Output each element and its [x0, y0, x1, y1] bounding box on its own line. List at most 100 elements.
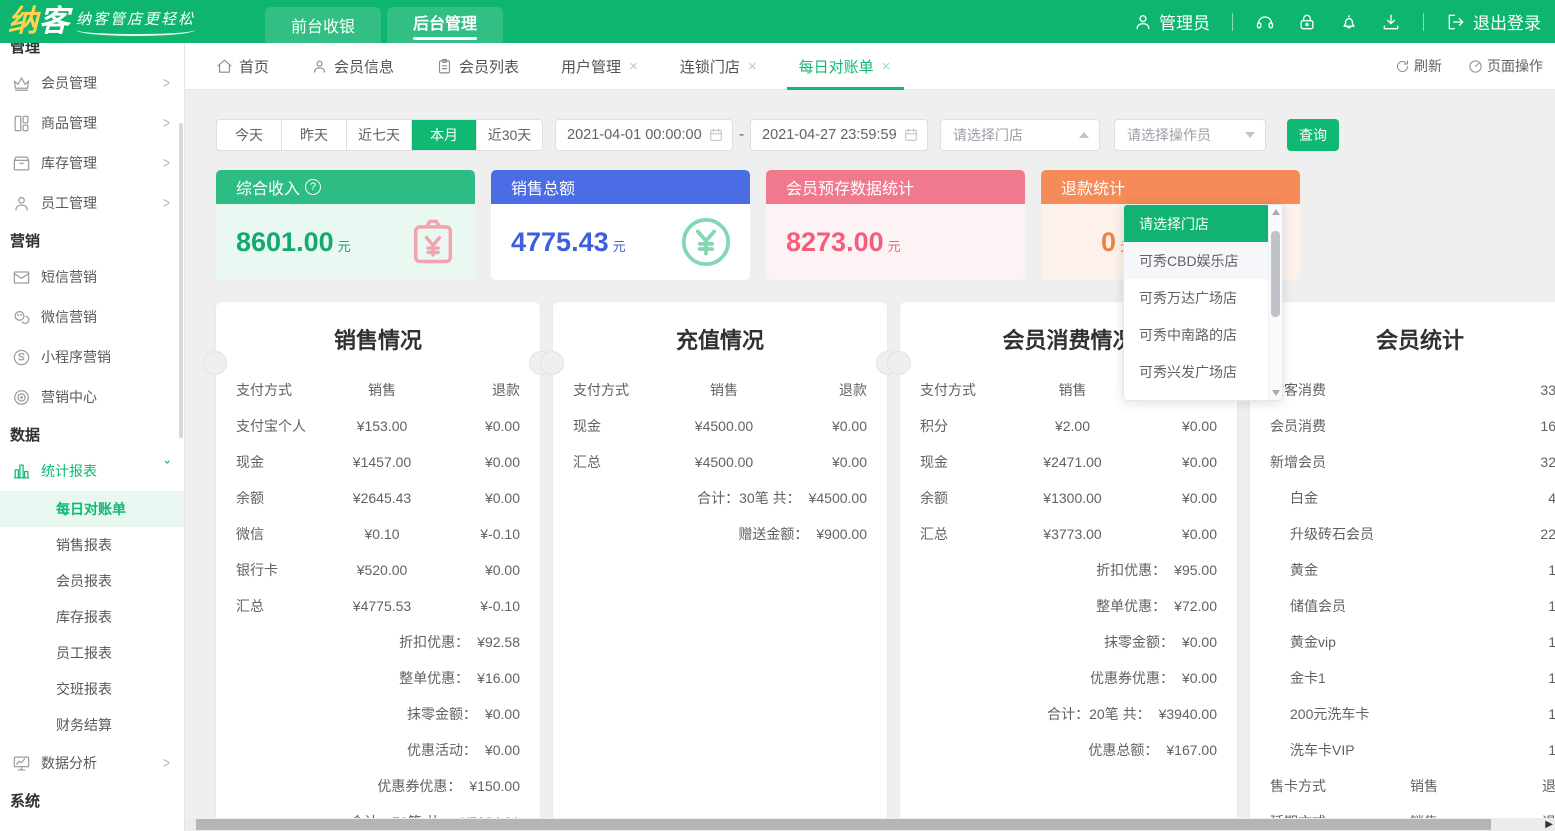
summary-value: ¥0.00 [485, 742, 520, 758]
staff-icon [12, 194, 31, 213]
range-button-近七天[interactable]: 近七天 [347, 120, 412, 150]
stat-card: 综合收入?8601.00元 [216, 170, 475, 280]
refresh-button[interactable]: 刷新 [1395, 56, 1442, 76]
summary-label: 赠送金额： [738, 524, 808, 544]
sidebar-item-label: 短信营销 [41, 267, 170, 287]
member-stat-value: 33人 [1540, 380, 1555, 400]
dropdown-item-请选择门店[interactable]: 请选择门店 [1124, 205, 1268, 242]
panel-充值情况: 充值情况支付方式销售退款现金¥4500.00¥0.00汇总¥4500.00¥0.… [553, 302, 887, 831]
summary-row: 优惠券优惠：¥0.00 [900, 660, 1237, 696]
dropdown-item-可秀中南路的店[interactable]: 可秀中南路的店 [1124, 316, 1268, 353]
chevron-up-icon [1079, 132, 1089, 138]
table-row: 积分¥2.00¥0.00 [900, 408, 1237, 444]
tab-每日对账单[interactable]: 每日对账单× [799, 43, 891, 90]
dropdown-scrollbar[interactable] [1268, 205, 1282, 400]
scroll-up-icon[interactable] [1272, 209, 1280, 215]
horizontal-scrollbar-thumb[interactable] [196, 819, 1491, 830]
sidebar-item-商品管理[interactable]: 商品管理> [0, 103, 184, 143]
summary-value: ¥72.00 [1174, 598, 1217, 614]
sidebar-subitem-员工报表[interactable]: 员工报表 [0, 635, 184, 671]
sidebar-item-数据分析[interactable]: 数据分析> [0, 743, 184, 783]
panel-销售情况: 销售情况支付方式销售退款支付宝个人¥153.00¥0.00现金¥1457.00¥… [216, 302, 540, 831]
sidebar-item-营销中心[interactable]: 营销中心 [0, 377, 184, 417]
sidebar-item-会员管理[interactable]: 会员管理> [0, 63, 184, 103]
range-button-本月[interactable]: 本月 [412, 120, 477, 150]
summary-value: ¥4500.00 [809, 490, 867, 506]
dropdown-item-可秀测试门店[interactable]: 可秀测试门店 [1124, 390, 1268, 401]
tab-用户管理[interactable]: 用户管理× [561, 43, 638, 90]
member-stat-value: 1人 [1548, 632, 1555, 652]
header-nav-label: 后台管理 [413, 10, 477, 34]
member-stat-label: 储值会员 [1290, 596, 1346, 616]
tab-会员信息[interactable]: 会员信息 [311, 43, 394, 90]
store-select[interactable]: 请选择门店 [940, 119, 1100, 151]
summary-row: 抹零金额：¥0.00 [900, 624, 1237, 660]
sidebar-item-label: 营销中心 [41, 387, 170, 407]
headset-icon[interactable] [1255, 12, 1275, 32]
download-icon[interactable] [1381, 12, 1401, 32]
tab-连锁门店[interactable]: 连锁门店× [680, 43, 757, 90]
sidebar-item-统计报表[interactable]: 统计报表ˇ [0, 451, 184, 491]
stat-card-title: 销售总额 [491, 170, 750, 204]
cell: 现金 [920, 452, 1012, 472]
user-menu[interactable]: 管理员 [1133, 9, 1210, 34]
member-stat-value: 1人 [1548, 704, 1555, 724]
bell-icon[interactable] [1339, 12, 1359, 32]
tab-首页[interactable]: 首页 [216, 43, 269, 90]
close-icon[interactable]: × [629, 58, 638, 75]
report-panels: 销售情况支付方式销售退款支付宝个人¥153.00¥0.00现金¥1457.00¥… [216, 302, 1555, 831]
summary-value: ¥16.00 [477, 670, 520, 686]
sidebar-item-小程序营销[interactable]: 小程序营销 [0, 337, 184, 377]
cell: ¥520.00 [328, 562, 436, 578]
close-icon[interactable]: × [882, 58, 891, 75]
header-nav-active[interactable]: 后台管理 [387, 7, 503, 43]
header-nav-tab[interactable]: 前台收银 [265, 7, 381, 43]
date-end-input[interactable]: 2021-04-27 23:59:59 [750, 119, 928, 151]
member-stat-row: 升级砖石会员22人 [1250, 516, 1555, 552]
box-icon [12, 154, 31, 173]
range-button-近30天[interactable]: 近30天 [477, 120, 542, 150]
sidebar-item-库存管理[interactable]: 库存管理> [0, 143, 184, 183]
member-stat-row: 会员消费16人 [1250, 408, 1555, 444]
tab-会员列表[interactable]: 会员列表 [436, 43, 519, 90]
lock-icon[interactable] [1297, 12, 1317, 32]
calendar-icon [708, 127, 724, 143]
scroll-down-icon[interactable] [1272, 390, 1280, 396]
sidebar-item-微信营销[interactable]: 微信营销 [0, 297, 184, 337]
divider [1423, 13, 1424, 31]
table-row: 现金¥2471.00¥0.00 [900, 444, 1237, 480]
chevron-right-icon: > [163, 194, 170, 212]
tagline-swoosh [76, 30, 195, 36]
range-button-今天[interactable]: 今天 [217, 120, 282, 150]
scroll-right-arrow-icon[interactable]: ▶ [1545, 818, 1553, 831]
sidebar-subitem-会员报表[interactable]: 会员报表 [0, 563, 184, 599]
page-ops-button[interactable]: 页面操作 [1468, 56, 1543, 76]
member-stat-label: 新增会员 [1270, 452, 1326, 472]
summary-label: 整单优惠： [1096, 596, 1166, 616]
sidebar-item-员工管理[interactable]: 员工管理> [0, 183, 184, 223]
sidebar-subitem-每日对账单[interactable]: 每日对账单 [0, 491, 184, 527]
dropdown-item-可秀万达广场店[interactable]: 可秀万达广场店 [1124, 279, 1268, 316]
sidebar-item-短信营销[interactable]: 短信营销 [0, 257, 184, 297]
sidebar-subitem-库存报表[interactable]: 库存报表 [0, 599, 184, 635]
sidebar-scrollbar-thumb[interactable] [179, 123, 183, 438]
operator-select[interactable]: 请选择操作员 [1114, 119, 1266, 151]
dropdown-item-可秀兴发广场店[interactable]: 可秀兴发广场店 [1124, 353, 1268, 390]
search-button[interactable]: 查询 [1287, 119, 1339, 151]
sidebar-section-管理: 管理 [0, 43, 184, 63]
summary-value: ¥900.00 [816, 526, 867, 542]
cell: ¥0.00 [1133, 418, 1217, 434]
dropdown-scrollbar-thumb[interactable] [1271, 231, 1280, 317]
date-start-input[interactable]: 2021-04-01 00:00:00 [555, 119, 733, 151]
logout-button[interactable]: 退出登录 [1446, 9, 1541, 34]
sidebar-subitem-交班报表[interactable]: 交班报表 [0, 671, 184, 707]
horizontal-scrollbar[interactable]: ▶ [185, 818, 1555, 831]
dropdown-item-可秀CBD娱乐店[interactable]: 可秀CBD娱乐店 [1124, 242, 1268, 279]
close-icon[interactable]: × [748, 58, 757, 75]
help-icon[interactable]: ? [305, 179, 321, 195]
panel-title: 销售情况 [216, 326, 540, 356]
sidebar-subitem-财务结算[interactable]: 财务结算 [0, 707, 184, 743]
sidebar-subitem-销售报表[interactable]: 销售报表 [0, 527, 184, 563]
range-button-昨天[interactable]: 昨天 [282, 120, 347, 150]
stat-card: 会员预存数据统计8273.00元 [766, 170, 1025, 280]
